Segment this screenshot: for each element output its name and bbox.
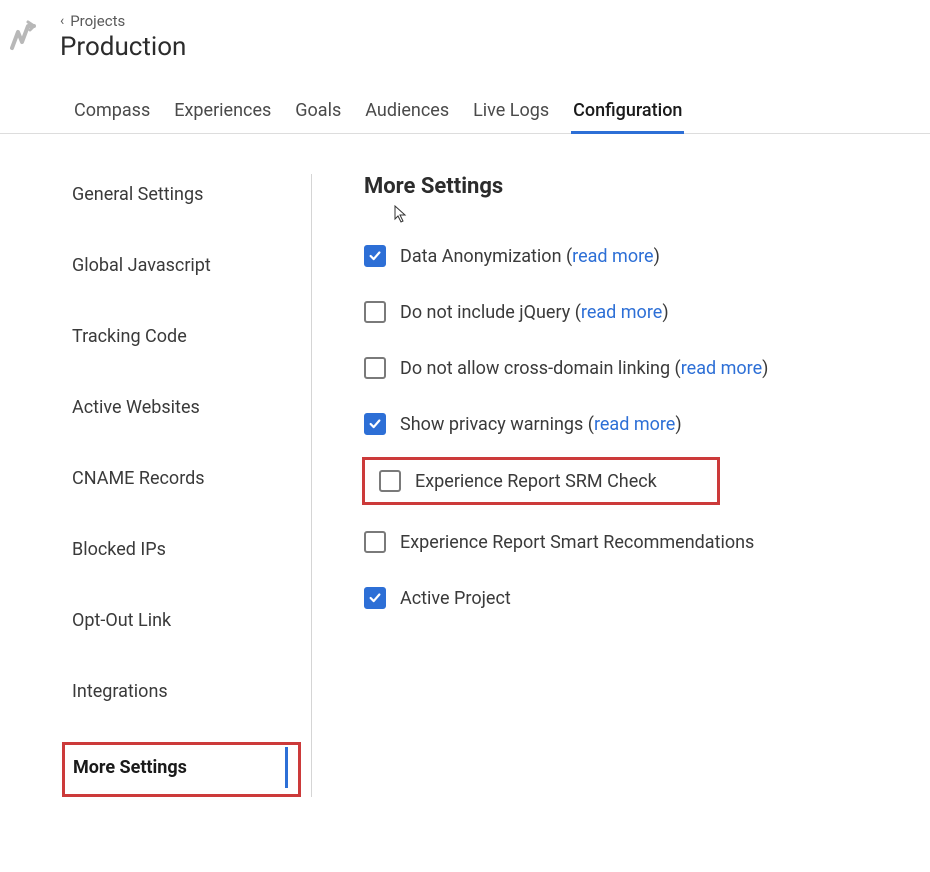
tab-bar: Compass Experiences Goals Audiences Live…	[0, 100, 930, 134]
tab-audiences[interactable]: Audiences	[363, 100, 451, 134]
sidebar-item-integrations[interactable]: Integrations	[72, 671, 301, 712]
breadcrumb-label: Projects	[70, 12, 125, 30]
panel-title: More Settings	[364, 174, 930, 199]
checkbox-nojquery[interactable]	[364, 301, 386, 323]
setting-row-privacywarnings: Show privacy warnings (read more)	[364, 401, 930, 447]
setting-label: Do not allow cross-domain linking (read …	[400, 358, 768, 379]
tab-goals[interactable]: Goals	[293, 100, 343, 134]
checkbox-privacywarnings[interactable]	[364, 413, 386, 435]
tab-compass[interactable]: Compass	[72, 100, 152, 134]
chevron-left-icon: ‹	[60, 13, 64, 29]
setting-label: Show privacy warnings (read more)	[400, 414, 682, 435]
read-more-link[interactable]: read more	[594, 414, 675, 435]
setting-row-smartrec: Experience Report Smart Recommendations	[364, 519, 930, 565]
sidebar-item-general[interactable]: General Settings	[72, 174, 301, 215]
checkbox-nocrossdomain[interactable]	[364, 357, 386, 379]
tab-experiences[interactable]: Experiences	[172, 100, 273, 134]
highlight-annotation-sidebar: More Settings	[62, 742, 301, 797]
tab-livelogs[interactable]: Live Logs	[471, 100, 551, 134]
setting-label: Do not include jQuery (read more)	[400, 302, 669, 323]
setting-label: Active Project	[400, 588, 511, 609]
settings-panel: More Settings Data Anonymization (read m…	[312, 174, 930, 797]
sidebar-item-tracking[interactable]: Tracking Code	[72, 316, 301, 357]
sidebar-item-cname[interactable]: CNAME Records	[72, 458, 301, 499]
page-title: Production	[60, 32, 186, 62]
breadcrumb-projects[interactable]: ‹ Projects	[60, 12, 186, 30]
read-more-link[interactable]: read more	[581, 302, 662, 323]
setting-row-activeproject: Active Project	[364, 575, 930, 621]
sidebar-item-optout[interactable]: Opt-Out Link	[72, 600, 301, 641]
setting-label: Experience Report Smart Recommendations	[400, 532, 754, 553]
setting-row-nocrossdomain: Do not allow cross-domain linking (read …	[364, 345, 930, 391]
setting-label: Data Anonymization (read more)	[400, 246, 660, 267]
sidebar-item-globaljs[interactable]: Global Javascript	[72, 245, 301, 286]
checkbox-activeproject[interactable]	[364, 587, 386, 609]
highlight-annotation-srm: Experience Report SRM Check	[362, 457, 720, 505]
cursor-icon	[394, 205, 408, 227]
setting-label: Experience Report SRM Check	[415, 471, 657, 492]
read-more-link[interactable]: read more	[572, 246, 653, 267]
checkbox-anonymization[interactable]	[364, 245, 386, 267]
settings-sidebar: General Settings Global Javascript Track…	[72, 174, 312, 797]
sidebar-item-moresettings[interactable]: More Settings	[73, 747, 288, 788]
tab-configuration[interactable]: Configuration	[571, 100, 684, 134]
read-more-link[interactable]: read more	[681, 358, 762, 379]
checkbox-srmcheck[interactable]	[379, 470, 401, 492]
setting-row-nojquery: Do not include jQuery (read more)	[364, 289, 930, 335]
sidebar-item-websites[interactable]: Active Websites	[72, 387, 301, 428]
checkbox-smartrec[interactable]	[364, 531, 386, 553]
app-logo	[8, 20, 40, 52]
sidebar-item-blockedips[interactable]: Blocked IPs	[72, 529, 301, 570]
setting-row-anonymization: Data Anonymization (read more)	[364, 233, 930, 279]
